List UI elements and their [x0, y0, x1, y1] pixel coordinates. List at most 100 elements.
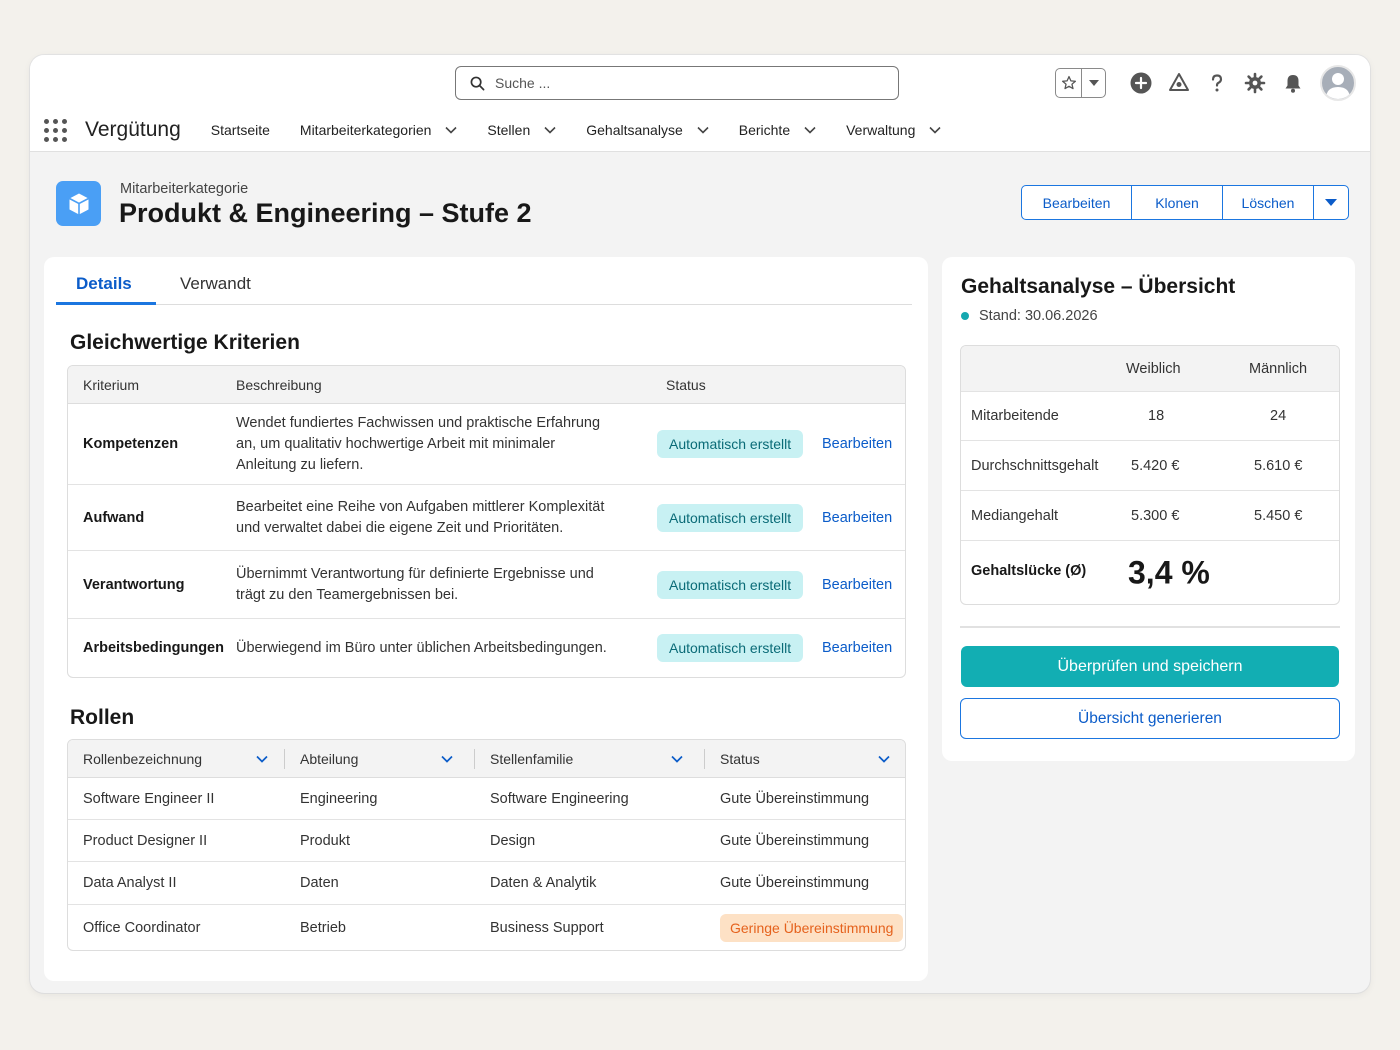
nav-item-verwaltung[interactable]: Verwaltung: [846, 122, 941, 138]
metric-label: Mediangehalt: [971, 507, 1059, 524]
clone-button[interactable]: Klonen: [1132, 186, 1223, 219]
table-row: Arbeitsbedingungen Überwiegend im Büro u…: [68, 619, 905, 677]
chevron-down-icon[interactable]: [445, 126, 457, 134]
column-header-weiblich: Weiblich: [1126, 360, 1181, 377]
as-of-date: Stand: 30.06.2026: [961, 308, 1098, 324]
generate-summary-button[interactable]: Übersicht generieren: [960, 698, 1340, 739]
edit-criterion-link[interactable]: Bearbeiten: [822, 485, 892, 550]
table-row: Mediangehalt 5.300 € 5.450 €: [961, 491, 1339, 541]
table-row: Kompetenzen Wendet fundiertes Fachwissen…: [68, 404, 905, 485]
column-header-stellenfamilie[interactable]: Stellenfamilie: [490, 740, 683, 777]
metric-label: Mitarbeitende: [971, 408, 1059, 424]
user-avatar[interactable]: [1320, 65, 1356, 101]
role-status: Gute Übereinstimmung: [720, 875, 870, 891]
edit-criterion-link[interactable]: Bearbeiten: [822, 404, 892, 484]
tab-verwandt[interactable]: Verwandt: [180, 274, 251, 294]
criterion-description: Wendet fundiertes Fachwissen und praktis…: [236, 414, 601, 473]
table-row[interactable]: Software Engineer II Engineering Softwar…: [68, 778, 905, 820]
criteria-table-header: Kriterium Beschreibung Status: [68, 366, 905, 404]
chevron-down-icon[interactable]: [441, 755, 453, 763]
column-header-beschreibung: Beschreibung: [236, 376, 322, 393]
role-job-family: Business Support: [490, 919, 604, 936]
user-icon: [1326, 73, 1350, 99]
chevron-down-icon[interactable]: [929, 126, 941, 134]
chevron-down-icon[interactable]: [878, 755, 890, 763]
nav-item-stellen[interactable]: Stellen: [487, 122, 556, 138]
criterion-description: Bearbeitet eine Reihe von Aufgaben mittl…: [236, 498, 605, 536]
role-title: Software Engineer II: [83, 790, 215, 807]
edit-button[interactable]: Bearbeiten: [1022, 186, 1132, 219]
chevron-down-icon[interactable]: [697, 126, 709, 134]
table-row[interactable]: Data Analyst II Daten Daten & Analytik G…: [68, 862, 905, 905]
metric-female: 5.300 €: [1131, 507, 1180, 524]
nav-item-startseite[interactable]: Startseite: [211, 122, 270, 138]
pay-summary-table: Weiblich Männlich Mitarbeitende 18 24 Du…: [960, 345, 1340, 605]
chevron-down-icon[interactable]: [544, 126, 556, 134]
chevron-down-icon[interactable]: [671, 755, 683, 763]
edit-criterion-link[interactable]: Bearbeiten: [822, 551, 892, 618]
header-icons: [1055, 65, 1356, 101]
role-job-family: Software Engineering: [490, 790, 629, 807]
notifications-bell-icon[interactable]: [1282, 72, 1304, 94]
criterion-name: Verantwortung: [83, 576, 185, 593]
table-row: Verantwortung Übernimmt Verantwortung fü…: [68, 551, 905, 619]
column-divider[interactable]: [284, 749, 285, 769]
criterion-description: Überwiegend im Büro unter üblichen Arbei…: [236, 639, 607, 656]
nav-item-mitarbeiterkategorien[interactable]: Mitarbeiterkategorien: [300, 122, 458, 138]
status-badge: Automatisch erstellt: [657, 503, 804, 532]
column-header-status: Status: [666, 376, 706, 393]
status-badge: Automatisch erstellt: [657, 430, 804, 458]
roles-table-header: Rollenbezeichnung Abteilung Stellenfamil…: [68, 740, 905, 778]
chevron-down-icon[interactable]: [256, 755, 268, 763]
tab-details[interactable]: Details: [56, 274, 156, 305]
record-actions: Bearbeiten Klonen Löschen: [1021, 185, 1349, 220]
settings-gear-icon[interactable]: [1244, 72, 1266, 94]
review-and-save-button[interactable]: Überprüfen und speichern: [961, 646, 1339, 687]
table-row: Durchschnittsgehalt 5.420 € 5.610 €: [961, 441, 1339, 491]
column-divider[interactable]: [704, 749, 705, 769]
column-header-maennlich: Männlich: [1249, 360, 1308, 377]
pay-gap-row: Gehaltslücke (Ø) 3,4 %: [961, 541, 1339, 604]
metric-female: 5.420 €: [1131, 457, 1180, 474]
table-row: Aufwand Bearbeitet eine Reihe von Aufgab…: [68, 485, 905, 551]
delete-button[interactable]: Löschen: [1223, 186, 1314, 219]
low-match-badge: Geringe Übereinstimmung: [720, 913, 904, 942]
app-name: Vergütung: [85, 118, 181, 141]
app-launcher-icon[interactable]: [44, 118, 67, 142]
column-header-abteilung[interactable]: Abteilung: [300, 740, 453, 777]
column-header-status[interactable]: Status: [720, 740, 890, 777]
column-header-rollenbezeichnung[interactable]: Rollenbezeichnung: [83, 740, 268, 777]
chevron-down-icon[interactable]: [804, 126, 816, 134]
record-object-label: Mitarbeiterkategorie: [120, 181, 249, 197]
help-icon[interactable]: [1206, 72, 1228, 94]
criteria-section-title: Gleichwertige Kriterien: [70, 331, 300, 354]
favorites-button[interactable]: [1055, 68, 1106, 98]
trailhead-icon[interactable]: [1168, 72, 1190, 94]
nav-item-gehaltsanalyse[interactable]: Gehaltsanalyse: [586, 122, 709, 138]
record-tabs: Details Verwandt: [56, 269, 912, 305]
global-header: Suche ... Vergütung Startseite Mitarbeit…: [30, 55, 1370, 152]
column-header-kriterium: Kriterium: [83, 376, 140, 393]
role-status: Gute Übereinstimmung: [720, 790, 870, 807]
metric-male: 5.450 €: [1254, 507, 1303, 524]
status-dot-icon: [961, 312, 969, 320]
role-title: Data Analyst II: [83, 875, 177, 891]
status-badge: Automatisch erstellt: [657, 634, 804, 662]
favorites-dropdown-icon[interactable]: [1082, 69, 1105, 97]
search-icon: [470, 76, 485, 90]
add-icon[interactable]: [1130, 72, 1152, 94]
roles-section-title: Rollen: [70, 706, 135, 729]
role-title: Office Coordinator: [83, 919, 201, 936]
table-row[interactable]: Office Coordinator Betrieb Business Supp…: [68, 905, 905, 950]
roles-table: Rollenbezeichnung Abteilung Stellenfamil…: [67, 739, 906, 951]
search-input[interactable]: Suche ...: [455, 66, 899, 100]
page-title: Produkt & Engineering – Stufe 2: [119, 198, 532, 228]
table-row[interactable]: Product Designer II Produkt Design Gute …: [68, 820, 905, 862]
column-divider[interactable]: [474, 749, 475, 769]
edit-criterion-link[interactable]: Bearbeiten: [822, 619, 892, 677]
nav-item-berichte[interactable]: Berichte: [739, 122, 816, 138]
star-icon[interactable]: [1056, 69, 1082, 97]
more-actions-button[interactable]: [1314, 186, 1348, 219]
metric-male: 5.610 €: [1254, 457, 1303, 474]
role-department: Produkt: [300, 832, 350, 849]
